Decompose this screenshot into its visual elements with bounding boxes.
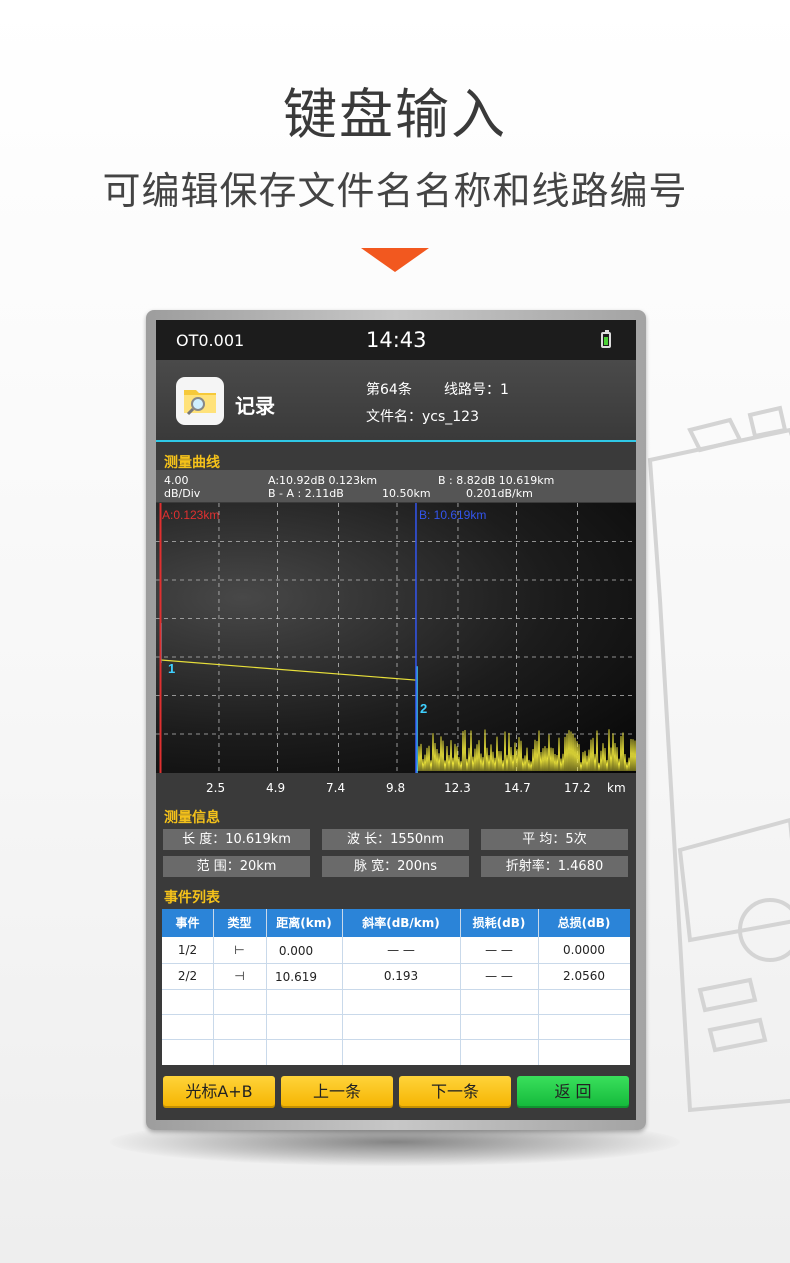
record-header: 记录 第64条 线路号：1 文件名：ycs_123 xyxy=(156,360,636,442)
column-header: 损耗(dB) xyxy=(472,916,526,930)
device-screen: OT0.001 14:43 记录 第64条 线路号：1 文件名：ycs_123 … xyxy=(156,320,636,1120)
event-1-marker: 1 xyxy=(168,661,175,676)
table-cell[interactable]: 0.0000 xyxy=(538,943,630,957)
table-cell[interactable]: ⊢ xyxy=(213,943,266,957)
scale-unit: dB/Div xyxy=(164,487,201,500)
down-arrow-icon xyxy=(361,248,429,272)
cursor-a-info: A:10.92dB 0.123km xyxy=(268,474,378,487)
length-info: 长 度：10.619km xyxy=(163,829,310,850)
table-cell[interactable]: 10.619 xyxy=(266,970,326,984)
x-tick-label: 17.2 xyxy=(564,781,591,795)
page-title: 记录 xyxy=(235,394,275,418)
table-cell[interactable]: 0.000 xyxy=(266,944,326,958)
average-info: 平 均：5次 xyxy=(481,829,628,850)
wavelength-info: 波 长：1550nm xyxy=(322,829,469,850)
measure-section-title: 测量信息 xyxy=(164,810,220,826)
x-tick-label: 9.8 xyxy=(386,781,406,795)
table-cell[interactable]: ⊣ xyxy=(213,969,266,983)
folder-search-icon xyxy=(176,377,224,425)
table-cell[interactable]: — — xyxy=(460,943,538,957)
otdr-trace-svg[interactable]: A:0.123km B: 10.619km 1 2 xyxy=(156,503,636,773)
line-number[interactable]: 线路号：1 xyxy=(444,379,509,399)
event-table: 事件 类型 距离(km) 斜率(dB/km) 损耗(dB) 总损(dB) 1/2… xyxy=(162,909,630,1065)
curve-section-title: 测量曲线 xyxy=(164,455,220,471)
next-button[interactable]: 下一条 xyxy=(399,1076,511,1108)
scale-value: 4.00 xyxy=(164,474,189,487)
table-cell[interactable]: 2.0560 xyxy=(538,969,630,983)
table-cell[interactable]: — — xyxy=(460,969,538,983)
column-header: 距离(km) xyxy=(276,916,332,930)
cursor-b-info: B : 8.82dB 10.619km xyxy=(438,474,555,487)
x-tick-label: 4.9 xyxy=(266,781,286,795)
events-section-title: 事件列表 xyxy=(164,890,220,906)
x-tick-label: 12.3 xyxy=(444,781,471,795)
page-headline: 键盘输入 xyxy=(283,83,507,146)
cursor-ba-slope: 0.201dB/km xyxy=(466,487,533,500)
pulse-info: 脉 宽：200ns xyxy=(322,856,469,877)
cursor-b-label: B: 10.619km xyxy=(419,508,486,522)
cursor-ab-button[interactable]: 光标A+B xyxy=(163,1076,275,1108)
table-cell[interactable]: 2/2 xyxy=(162,969,213,983)
cursor-a-label: A:0.123km xyxy=(162,508,219,522)
curve-info-strip: 4.00 dB/Div A:10.92dB 0.123km B : 8.82dB… xyxy=(156,470,636,502)
background-device-illustration xyxy=(647,405,790,1113)
clock: 14:43 xyxy=(366,328,427,352)
ior-info: 折射率：1.4680 xyxy=(481,856,628,877)
model-label: OT0.001 xyxy=(176,331,245,350)
table-cell[interactable]: 0.193 xyxy=(342,969,460,983)
table-cell[interactable]: — — xyxy=(342,943,460,957)
chart-grid xyxy=(156,503,636,773)
x-unit-label: km xyxy=(607,781,626,795)
range-info: 范 围：20km xyxy=(163,856,310,877)
x-axis: 2.5 4.9 7.4 9.8 12.3 14.7 17.2 km xyxy=(156,773,636,805)
column-header: 事件 xyxy=(175,916,200,930)
file-name-field[interactable]: 文件名：ycs_123 xyxy=(366,406,479,426)
table-cell[interactable]: 1/2 xyxy=(162,943,213,957)
previous-button[interactable]: 上一条 xyxy=(281,1076,393,1108)
cursor-ba-loss: B - A : 2.11dB xyxy=(268,487,344,500)
column-header: 类型 xyxy=(227,916,252,930)
column-header: 斜率(dB/km) xyxy=(362,916,440,930)
otdr-trace-chart[interactable]: A:0.123km B: 10.619km 1 2 xyxy=(156,503,636,773)
noise-trace xyxy=(417,729,636,772)
cursor-ba-distance: 10.50km xyxy=(382,487,431,500)
event-2-marker: 2 xyxy=(420,701,427,716)
noise-floor xyxy=(417,729,636,772)
back-button[interactable]: 返 回 xyxy=(517,1076,629,1108)
page-subheadline: 可编辑保存文件名名称和线路编号 xyxy=(102,169,688,213)
battery-icon xyxy=(601,330,611,348)
trace-line xyxy=(160,659,418,681)
status-bar: OT0.001 14:43 xyxy=(156,320,636,360)
record-number: 第64条 xyxy=(366,382,412,398)
x-tick-label: 2.5 xyxy=(206,781,226,795)
x-tick-label: 7.4 xyxy=(326,781,346,795)
x-tick-label: 14.7 xyxy=(504,781,531,795)
column-header: 总损(dB) xyxy=(557,916,611,930)
